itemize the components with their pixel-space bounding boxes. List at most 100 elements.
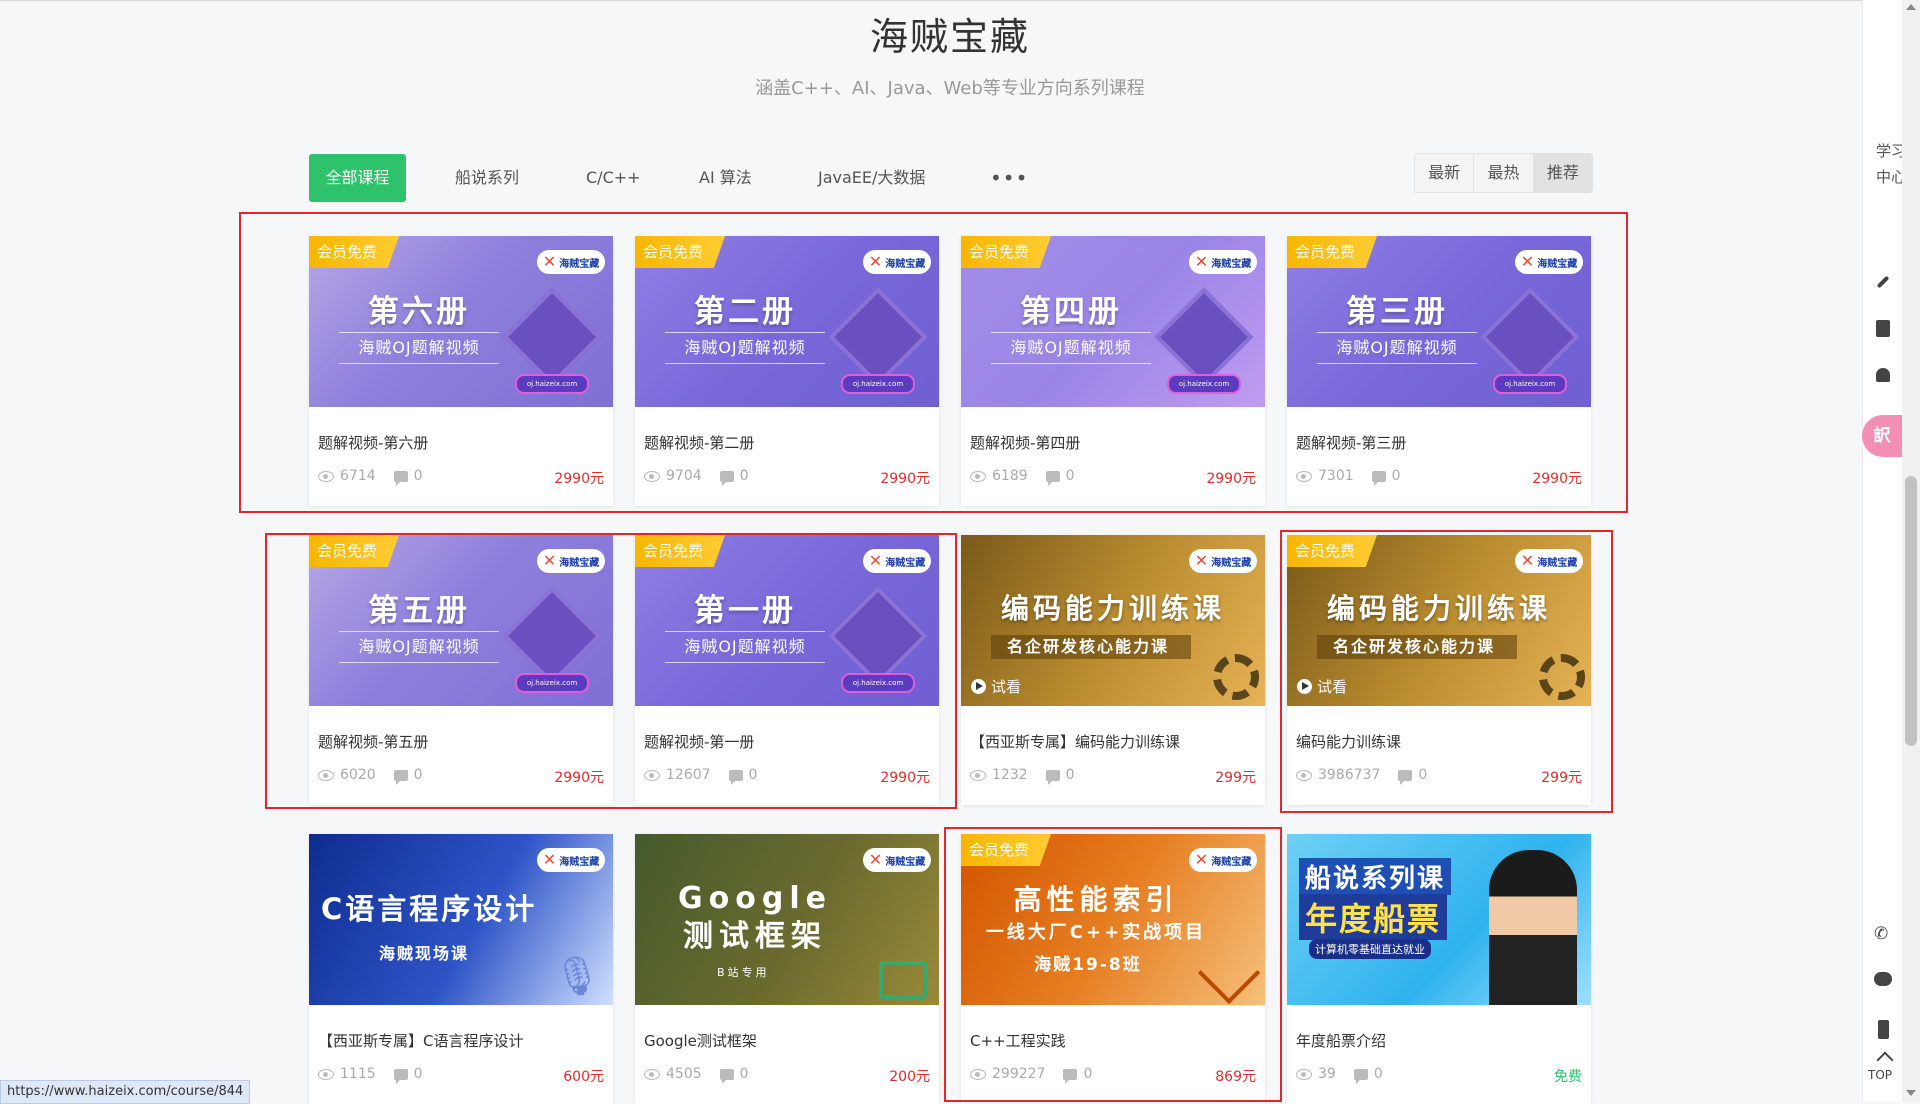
- course-price: 200元: [889, 1069, 930, 1085]
- trial-tag[interactable]: 试看: [971, 676, 1021, 697]
- tab-javaee-bigdata[interactable]: JavaEE/大数据: [818, 154, 925, 202]
- view-count: 7301: [1318, 468, 1354, 484]
- x-logo-icon: ✕: [542, 551, 557, 570]
- course-title[interactable]: 【西亚斯专属】C语言程序设计: [318, 1030, 523, 1051]
- more-categories-icon[interactable]: •••: [990, 154, 1028, 202]
- course-card[interactable]: 会员免费 ✕ 海贼宝藏 编码能力训练课 名企研发核心能力课 试看 编码能力训练课 …: [1287, 535, 1591, 805]
- course-title[interactable]: C++工程实践: [970, 1030, 1066, 1051]
- cover-title: 高性能索引: [1013, 883, 1179, 916]
- comment-icon: [1398, 769, 1413, 785]
- trial-tag[interactable]: 试看: [1297, 676, 1347, 697]
- cover-subtitle: 海贼OJ题解视频: [339, 332, 499, 364]
- cover-class-name: 海贼19-8班: [1034, 955, 1142, 975]
- member-free-badge: 会员免费: [309, 535, 400, 567]
- view-count: 6714: [340, 468, 376, 484]
- tab-c-cpp[interactable]: C/C++: [586, 154, 641, 202]
- eye-icon: [1296, 1068, 1312, 1080]
- course-card[interactable]: 会员免费 ✕ 海贼宝藏 第六册 海贼OJ题解视频 oj.haizeix.com 题…: [309, 236, 613, 506]
- monitor-icon: [879, 961, 927, 999]
- comment-icon: [393, 1068, 408, 1084]
- course-price: 2990元: [1206, 471, 1256, 487]
- haizei-logo: ✕ 海贼宝藏: [1189, 549, 1257, 573]
- tab-chuanshuo-series[interactable]: 船说系列: [455, 154, 519, 202]
- comment-count: 0: [413, 767, 423, 783]
- course-price: 299元: [1215, 770, 1256, 786]
- course-card[interactable]: 会员免费 ✕ 海贼宝藏 第三册 海贼OJ题解视频 oj.haizeix.com 题…: [1287, 236, 1591, 506]
- wechat-icon[interactable]: [1874, 972, 1892, 986]
- view-count: 9704: [666, 468, 702, 484]
- cover-subtitle: 海贼OJ题解视频: [991, 332, 1151, 364]
- back-to-top-button[interactable]: TOP: [1868, 1068, 1892, 1082]
- scroll-down-arrow-icon[interactable]: [1906, 1090, 1916, 1096]
- haizei-logo: ✕ 海贼宝藏: [537, 848, 605, 872]
- course-card[interactable]: 会员免费 ✕ 海贼宝藏 第一册 海贼OJ题解视频 oj.haizeix.com 题…: [635, 535, 939, 805]
- x-logo-icon: ✕: [868, 850, 883, 869]
- phone-icon[interactable]: ✆: [1874, 924, 1890, 944]
- cover-title: 编码能力训练课: [1326, 592, 1551, 625]
- course-title[interactable]: 【西亚斯专属】编码能力训练课: [970, 731, 1180, 752]
- x-logo-icon: ✕: [1520, 252, 1535, 271]
- mobile-icon[interactable]: [1878, 1020, 1889, 1039]
- course-cover: 会员免费 ✕ 海贼宝藏 编码能力训练课 名企研发核心能力课 试看: [1287, 535, 1591, 706]
- course-card[interactable]: ✕ 海贼宝藏 编码能力训练课 名企研发核心能力课 试看 【西亚斯专属】编码能力训练…: [961, 535, 1265, 805]
- eye-icon: [318, 769, 334, 781]
- course-title[interactable]: 年度船票介绍: [1296, 1030, 1386, 1051]
- haizei-logo: ✕ 海贼宝藏: [537, 250, 605, 274]
- course-card[interactable]: 会员免费 ✕ 海贼宝藏 第五册 海贼OJ题解视频 oj.haizeix.com 题…: [309, 535, 613, 805]
- course-price: 600元: [563, 1069, 604, 1085]
- course-title[interactable]: 题解视频-第三册: [1296, 432, 1406, 453]
- course-card[interactable]: 会员免费 ✕ 海贼宝藏 高性能索引 一线大厂C++实战项目 海贼19-8班 C++…: [961, 834, 1265, 1104]
- scrollbar-thumb[interactable]: [1905, 476, 1917, 746]
- eye-icon: [644, 470, 660, 482]
- course-title[interactable]: 题解视频-第五册: [318, 731, 428, 752]
- x-logo-icon: ✕: [542, 252, 557, 271]
- course-card[interactable]: 船说系列课 年度船票 计算机零基础直达就业 年度船票介绍 39 0 免费: [1287, 834, 1591, 1104]
- haizei-logo: ✕ 海贼宝藏: [537, 549, 605, 573]
- cover-subtitle: 海贼OJ题解视频: [665, 332, 825, 364]
- cover-title: 第五册: [368, 593, 470, 629]
- course-meta: 6020 0: [318, 767, 423, 785]
- course-card[interactable]: 会员免费 ✕ 海贼宝藏 第二册 海贼OJ题解视频 oj.haizeix.com 题…: [635, 236, 939, 506]
- sort-newest-button[interactable]: 最新: [1415, 154, 1475, 192]
- bell-icon[interactable]: [1876, 368, 1890, 382]
- notebook-icon[interactable]: [1876, 320, 1890, 337]
- haizei-logo: ✕ 海贼宝藏: [863, 250, 931, 274]
- course-title[interactable]: 题解视频-第一册: [644, 731, 754, 752]
- eye-icon: [970, 470, 986, 482]
- cover-title: 第四册: [1020, 294, 1122, 330]
- cover-url: oj.haizeix.com: [515, 374, 589, 394]
- eye-icon: [1296, 769, 1312, 781]
- course-cover: ✕ 海贼宝藏 C语言程序设计 海贼现场课 🎙: [309, 834, 613, 1005]
- comment-icon: [393, 470, 408, 486]
- comment-count: 0: [1083, 1066, 1093, 1082]
- course-title[interactable]: 题解视频-第二册: [644, 432, 754, 453]
- comment-icon: [1353, 1068, 1368, 1084]
- view-count: 12607: [666, 767, 711, 783]
- scroll-up-arrow-icon[interactable]: [1906, 4, 1916, 10]
- x-logo-icon: ✕: [542, 850, 557, 869]
- course-card[interactable]: ✕ 海贼宝藏 Google 测试框架 B站专用 Google测试框架 4505 0 2…: [635, 834, 939, 1104]
- course-meta: 3986737 0: [1296, 767, 1427, 785]
- course-card[interactable]: 会员免费 ✕ 海贼宝藏 第四册 海贼OJ题解视频 oj.haizeix.com 题…: [961, 236, 1265, 506]
- course-price: 免费: [1554, 1069, 1582, 1085]
- comment-count: 0: [1065, 468, 1075, 484]
- cover-url: oj.haizeix.com: [1493, 374, 1567, 394]
- comment-icon: [728, 769, 743, 785]
- course-title[interactable]: 题解视频-第六册: [318, 432, 428, 453]
- course-title[interactable]: Google测试框架: [644, 1030, 757, 1051]
- course-card[interactable]: ✕ 海贼宝藏 C语言程序设计 海贼现场课 🎙 【西亚斯专属】C语言程序设计 111…: [309, 834, 613, 1104]
- translate-button[interactable]: 訳: [1862, 415, 1902, 457]
- comment-count: 0: [413, 1066, 423, 1082]
- course-title[interactable]: 编码能力训练课: [1296, 731, 1401, 752]
- tab-all-courses[interactable]: 全部课程: [309, 154, 406, 202]
- member-free-badge: 会员免费: [961, 236, 1052, 268]
- tab-ai-algorithm[interactable]: AI 算法: [699, 154, 752, 202]
- sort-recommended-button[interactable]: 推荐: [1533, 154, 1592, 192]
- sort-hottest-button[interactable]: 最热: [1474, 154, 1534, 192]
- course-title[interactable]: 题解视频-第四册: [970, 432, 1080, 453]
- member-free-badge: 会员免费: [1287, 535, 1378, 567]
- view-count: 3986737: [1318, 767, 1381, 783]
- course-cover: ✕ 海贼宝藏 Google 测试框架 B站专用: [635, 834, 939, 1005]
- eye-icon: [318, 470, 334, 482]
- cover-subtitle: 海贼OJ题解视频: [665, 631, 825, 663]
